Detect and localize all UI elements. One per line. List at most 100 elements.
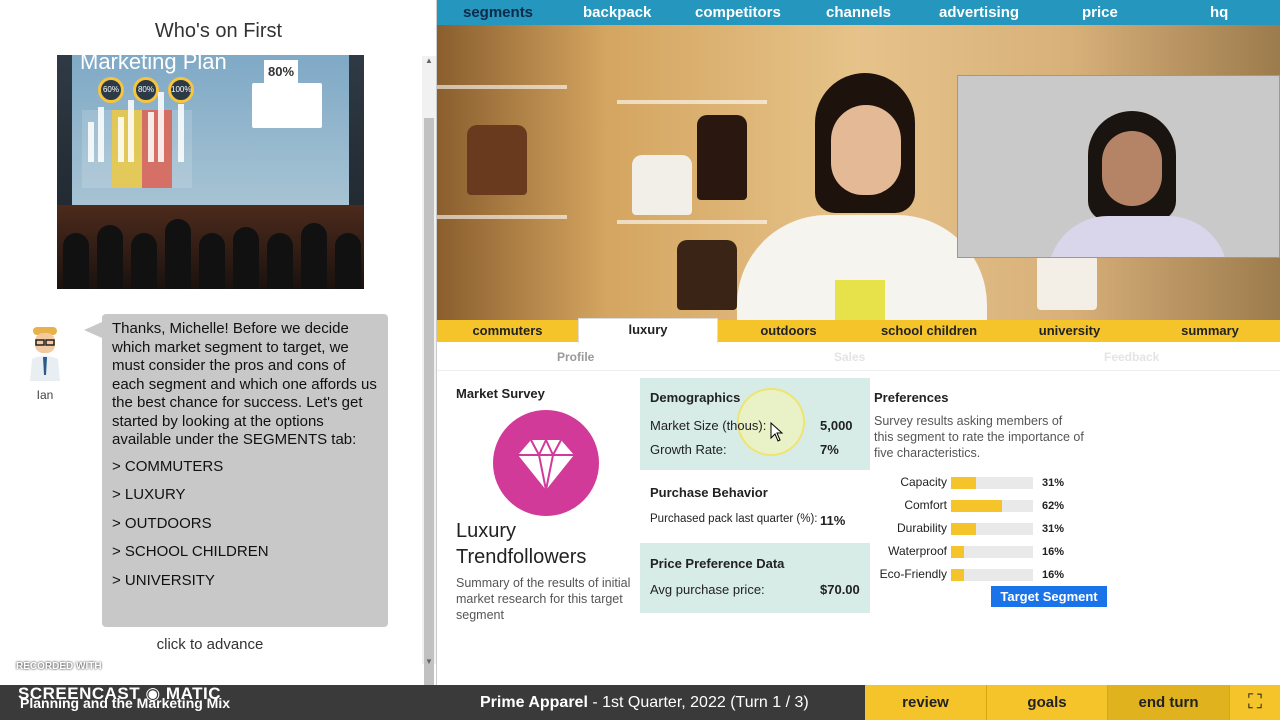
end-turn-button[interactable]: end turn	[1108, 685, 1230, 720]
character-name: Ian	[36, 388, 54, 402]
stat-circle: 100%	[168, 77, 194, 103]
purchased-pack-label: Purchased pack last quarter (%):	[650, 513, 818, 525]
preference-percent: 62%	[1042, 500, 1065, 512]
bubble-tail	[84, 322, 102, 338]
list-item: > UNIVERSITY	[112, 571, 215, 589]
click-to-advance-link[interactable]: click to advance	[0, 636, 420, 653]
stat-circle: 80%	[133, 77, 159, 103]
market-size-value: 5,000	[820, 418, 853, 433]
segment-title-line2: Trendfollowers	[456, 546, 587, 568]
segment-title-line1: Luxury	[456, 520, 517, 542]
list-item: > SCHOOL CHILDREN	[112, 543, 269, 560]
scroll-down-icon[interactable]: ▼	[422, 657, 436, 666]
conversation-panel: Who's on First Marketing Plan 80% 60% 80…	[0, 0, 437, 704]
webcam-overlay	[957, 75, 1280, 258]
preference-bar-fill	[951, 546, 965, 558]
price-preference-heading: Price Preference Data	[650, 556, 785, 571]
segment-summary: Summary of the results of initial market…	[456, 576, 631, 622]
preference-row: Durability 31%	[877, 520, 1077, 538]
marketing-plan-slide-image: Marketing Plan 80% 60% 80% 100%	[57, 55, 364, 289]
review-button[interactable]: review	[865, 685, 987, 720]
slide-heading: Marketing Plan	[80, 55, 227, 74]
avg-price-label: Avg purchase price:	[650, 582, 765, 597]
preference-name: Comfort	[904, 498, 947, 512]
preference-row: Eco-Friendly 16%	[877, 566, 1077, 584]
list-item: > LUXURY	[112, 486, 186, 503]
message-text: Thanks, Michelle! Before we decide which…	[112, 320, 377, 448]
bar-chart-graphic	[82, 92, 192, 188]
tab-outdoors[interactable]: outdoors	[718, 320, 859, 342]
presenter-face	[831, 105, 901, 195]
stat-circle: 60%	[98, 77, 124, 103]
demographics-heading: Demographics	[650, 390, 741, 405]
main-nav: segments backpack competitors channels a…	[437, 0, 1280, 25]
purchase-behavior-heading: Purchase Behavior	[650, 485, 768, 500]
app-root: Who's on First Marketing Plan 80% 60% 80…	[0, 0, 1280, 720]
presenter-top	[835, 280, 885, 320]
screencast-logo: SCREENCAST ◉ MATIC	[18, 684, 221, 703]
company-name: Prime Apparel	[480, 694, 588, 711]
market-size-label: Market Size (thous):	[650, 418, 767, 433]
preference-bar-fill	[951, 523, 977, 535]
diamond-icon	[493, 410, 599, 516]
recorded-with-watermark: RECORDED WITH	[16, 661, 102, 672]
preference-bar-fill	[951, 477, 977, 489]
nav-channels[interactable]: channels	[826, 4, 891, 21]
preference-name: Eco-Friendly	[879, 567, 947, 581]
target-segment-button[interactable]: Target Segment	[991, 586, 1107, 607]
panel-scrollbar[interactable]: ▲ ▼	[422, 56, 436, 704]
nav-backpack[interactable]: backpack	[583, 4, 651, 21]
goals-button[interactable]: goals	[987, 685, 1108, 720]
nav-hq[interactable]: hq	[1210, 4, 1228, 21]
nav-price[interactable]: price	[1082, 4, 1118, 21]
preference-bar-track	[951, 546, 1033, 558]
preferences-heading: Preferences	[874, 390, 949, 405]
panel-title: Who's on First	[154, 20, 283, 42]
preference-percent: 31%	[1042, 523, 1065, 535]
preference-bar-track	[951, 477, 1033, 489]
turn-info: - 1st Quarter, 2022 (Turn 1 / 3)	[587, 694, 809, 711]
preference-percent: 16%	[1042, 569, 1065, 581]
preference-name: Durability	[896, 521, 947, 535]
preference-bar-track	[951, 569, 1033, 581]
slide-screen: Marketing Plan 80% 60% 80% 100%	[72, 55, 349, 210]
speech-bubble: Thanks, Michelle! Before we decide which…	[102, 314, 388, 627]
company-status: Prime Apparel - 1st Quarter, 2022 (Turn …	[480, 694, 809, 712]
growth-rate-value: 7%	[820, 442, 839, 457]
preference-row: Comfort 62%	[877, 497, 1077, 515]
tab-school-children[interactable]: school children	[859, 320, 999, 342]
sub-tabs: Profile Sales Feedback	[437, 343, 1280, 371]
preference-percent: 16%	[1042, 546, 1065, 558]
slide-badge: 80%	[264, 60, 298, 84]
tab-university[interactable]: university	[999, 320, 1140, 342]
ian-avatar-icon	[30, 327, 60, 381]
preference-percent: 31%	[1042, 477, 1065, 489]
preference-bar-fill	[951, 569, 965, 581]
nav-segments[interactable]: segments	[463, 4, 533, 21]
fullscreen-icon[interactable]: ⛶	[1230, 685, 1280, 720]
nav-advertising[interactable]: advertising	[939, 4, 1019, 21]
audience-silhouettes	[57, 205, 364, 289]
tab-profile[interactable]: Profile	[557, 350, 594, 364]
scroll-up-icon[interactable]: ▲	[422, 56, 436, 65]
tab-feedback[interactable]: Feedback	[1104, 350, 1159, 364]
preference-name: Waterproof	[888, 544, 947, 558]
segment-title: Luxury Trendfollowers	[456, 518, 586, 570]
market-survey-heading: Market Survey	[456, 386, 545, 401]
tab-summary[interactable]: summary	[1140, 320, 1280, 342]
scrollbar-thumb[interactable]	[424, 118, 434, 704]
preferences-description: Survey results asking members of this se…	[874, 414, 1084, 460]
preference-bar-track	[951, 500, 1033, 512]
nav-competitors[interactable]: competitors	[695, 4, 781, 21]
tab-commuters[interactable]: commuters	[437, 320, 578, 342]
segment-tabs: commuters luxury outdoors school childre…	[437, 318, 1280, 343]
avg-price-value: $70.00	[820, 582, 860, 597]
tab-sales[interactable]: Sales	[834, 350, 865, 364]
monitor-graphic	[252, 83, 322, 128]
growth-rate-label: Growth Rate:	[650, 442, 727, 457]
tab-luxury[interactable]: luxury	[578, 318, 718, 343]
preference-bar-track	[951, 523, 1033, 535]
preference-name: Capacity	[900, 475, 947, 489]
options-list: > COMMUTERS > LUXURY > OUTDOORS > SCHOOL…	[112, 458, 378, 591]
segment-profile: Market Survey Luxury Trendfollowers Summ…	[437, 372, 1280, 685]
